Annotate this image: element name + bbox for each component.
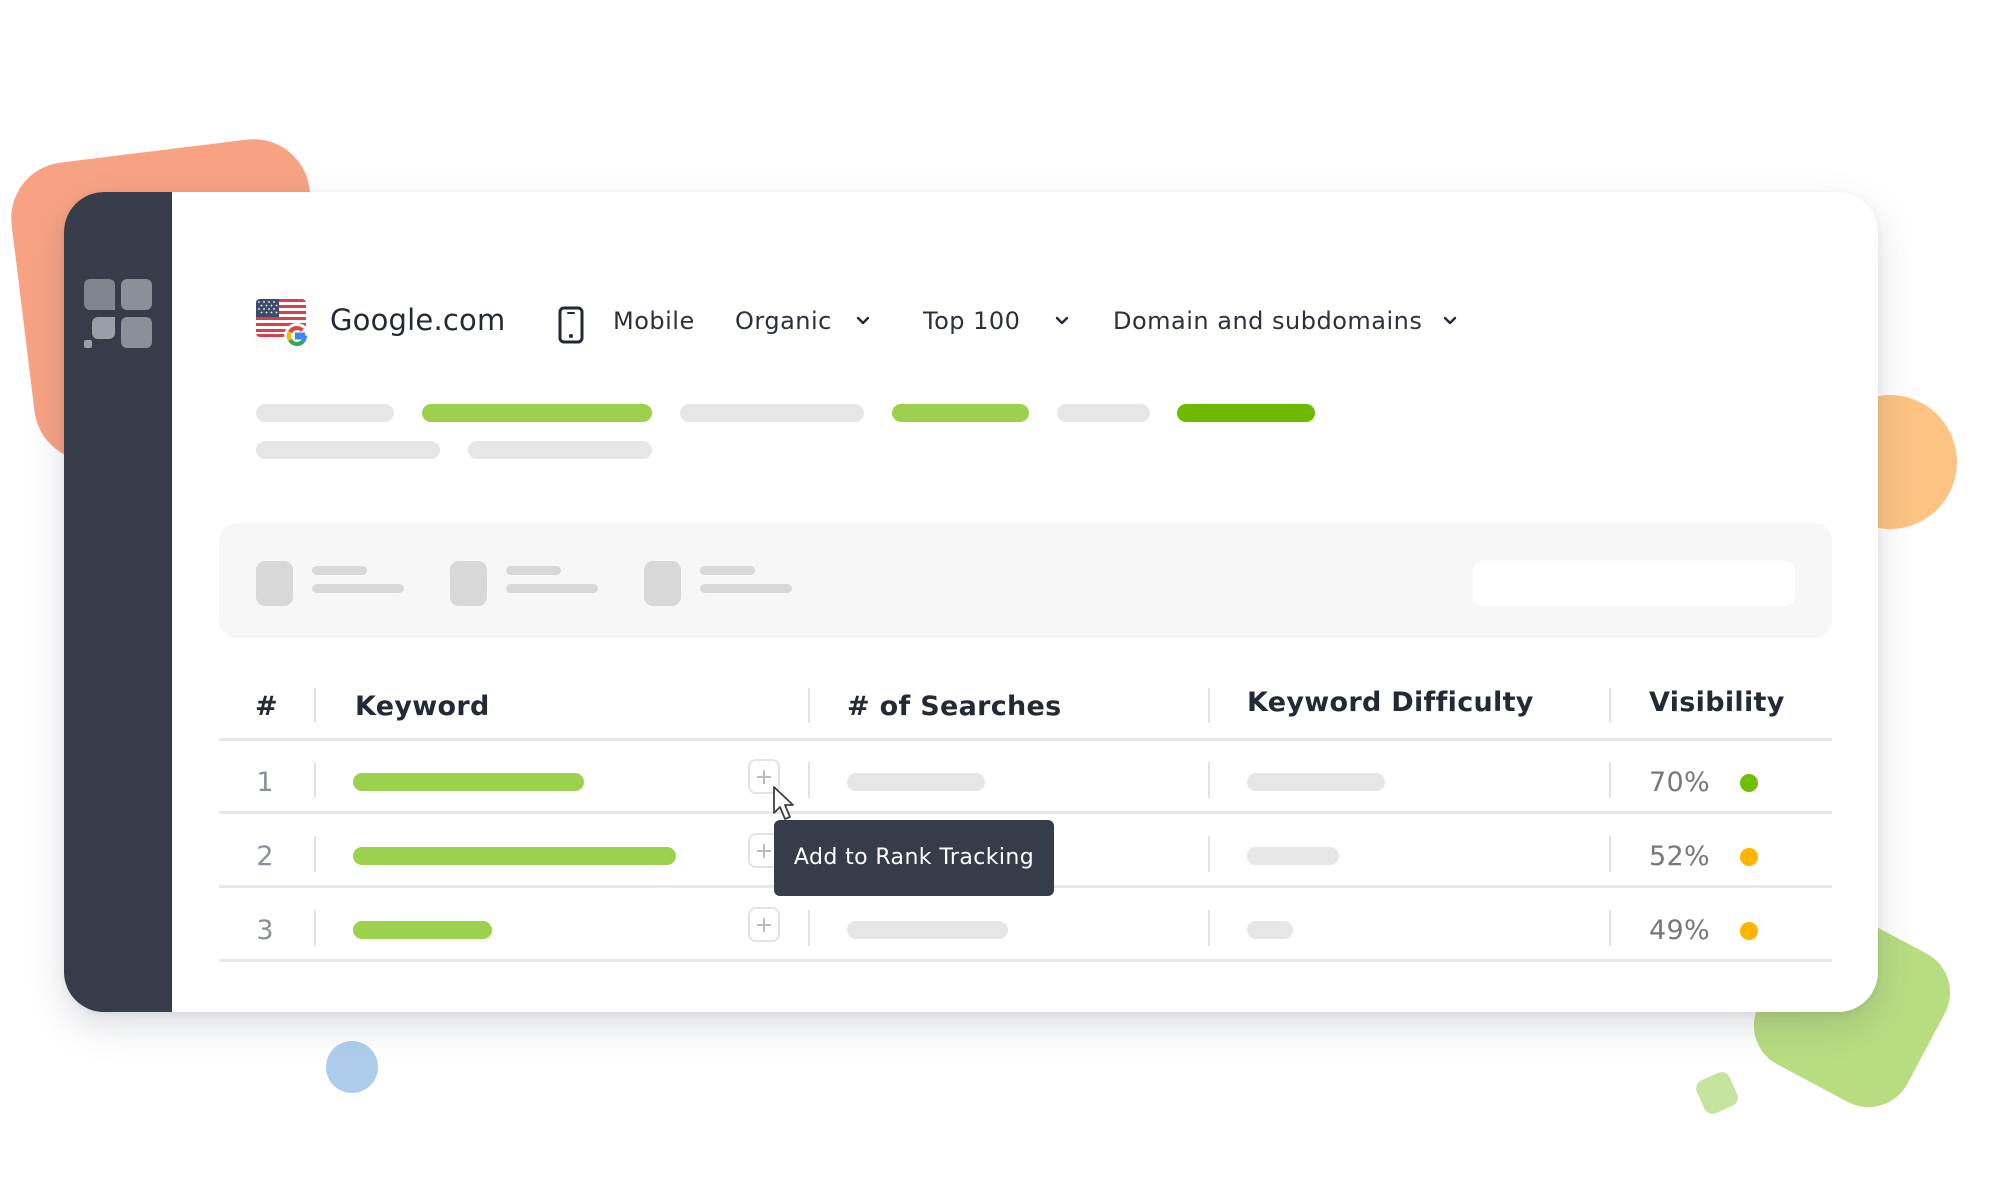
- skeleton-bar: [1057, 404, 1150, 422]
- header-divider: [219, 738, 1832, 741]
- skeleton-bar-highlight: [892, 404, 1029, 422]
- skeleton-line: [312, 584, 404, 593]
- visibility-value: 52%: [1649, 841, 1710, 872]
- app-window: Google.com Mobile Organic Top 100 Domain…: [64, 192, 1878, 1012]
- skeleton-line: [506, 566, 561, 575]
- skeleton-bar: [256, 441, 440, 459]
- add-to-rank-tracking-button[interactable]: [748, 907, 780, 942]
- visibility-value: 49%: [1649, 915, 1710, 946]
- us-flag-google-icon[interactable]: [256, 299, 310, 349]
- visibility-status-dot: [1740, 848, 1758, 866]
- column-divider: [314, 910, 316, 946]
- column-divider: [808, 688, 810, 723]
- decorative-blue-circle: [326, 1041, 378, 1093]
- skeleton-line: [506, 584, 598, 593]
- column-divider: [1208, 910, 1210, 946]
- keyword-placeholder-bar[interactable]: [353, 921, 492, 939]
- app-logo-icon[interactable]: [84, 279, 154, 349]
- filter-search-input[interactable]: [1473, 561, 1795, 606]
- domain-scope-dropdown[interactable]: Domain and subdomains: [1113, 304, 1422, 338]
- keyword-placeholder-bar[interactable]: [353, 773, 584, 791]
- row-divider: [219, 811, 1832, 814]
- skeleton-bar: [256, 404, 394, 422]
- row-rank: 2: [256, 841, 274, 872]
- column-divider: [314, 762, 316, 798]
- search-engine-label[interactable]: Google.com: [330, 302, 505, 338]
- decorative-small-green-square: [1693, 1069, 1741, 1117]
- tooltip: Add to Rank Tracking: [774, 820, 1054, 896]
- column-divider: [1609, 762, 1611, 798]
- difficulty-placeholder-bar: [1247, 847, 1339, 865]
- column-divider: [1208, 688, 1210, 723]
- column-header-searches[interactable]: # of Searches: [847, 689, 1062, 725]
- column-header-visibility[interactable]: Visibility: [1649, 685, 1785, 721]
- keyword-placeholder-bar[interactable]: [353, 847, 676, 865]
- difficulty-placeholder-bar: [1247, 921, 1293, 939]
- chevron-down-icon[interactable]: [856, 316, 870, 326]
- column-header-keyword[interactable]: Keyword: [355, 689, 490, 725]
- column-divider: [314, 836, 316, 872]
- skeleton-line: [312, 566, 367, 575]
- row-rank: 1: [256, 767, 274, 798]
- column-divider: [1208, 762, 1210, 798]
- difficulty-placeholder-bar: [1247, 773, 1385, 791]
- row-rank: 3: [256, 915, 274, 946]
- column-divider: [1609, 836, 1611, 872]
- column-divider: [808, 762, 810, 798]
- visibility-status-dot: [1740, 774, 1758, 792]
- filter-placeholder-icon[interactable]: [450, 561, 487, 606]
- column-header-keyword-difficulty[interactable]: Keyword Difficulty: [1247, 685, 1534, 721]
- filter-panel: [219, 523, 1832, 638]
- skeleton-bar: [680, 404, 864, 422]
- skeleton-bar: [468, 441, 652, 459]
- searches-placeholder-bar: [847, 921, 1008, 939]
- search-type-dropdown[interactable]: Organic: [735, 304, 832, 338]
- sidebar: [64, 192, 172, 1012]
- column-divider: [808, 910, 810, 946]
- chevron-down-icon[interactable]: [1443, 316, 1457, 326]
- column-header-rank[interactable]: #: [255, 689, 278, 725]
- filter-placeholder-icon[interactable]: [256, 561, 293, 606]
- skeleton-line: [700, 584, 792, 593]
- visibility-value: 70%: [1649, 767, 1710, 798]
- column-divider: [1609, 910, 1611, 946]
- top-results-dropdown[interactable]: Top 100: [923, 304, 1020, 338]
- mouse-cursor-icon: [773, 786, 794, 820]
- chevron-down-icon[interactable]: [1055, 316, 1069, 326]
- column-divider: [1609, 688, 1611, 723]
- column-divider: [1208, 836, 1210, 872]
- device-label[interactable]: Mobile: [613, 304, 695, 338]
- visibility-status-dot: [1740, 922, 1758, 940]
- row-divider: [219, 959, 1832, 962]
- mobile-phone-icon[interactable]: [558, 306, 584, 344]
- column-divider: [314, 688, 316, 723]
- searches-placeholder-bar: [847, 773, 985, 791]
- skeleton-line: [700, 566, 755, 575]
- filter-placeholder-icon[interactable]: [644, 561, 681, 606]
- skeleton-bar-highlight: [1177, 404, 1315, 422]
- skeleton-bar-highlight: [422, 404, 652, 422]
